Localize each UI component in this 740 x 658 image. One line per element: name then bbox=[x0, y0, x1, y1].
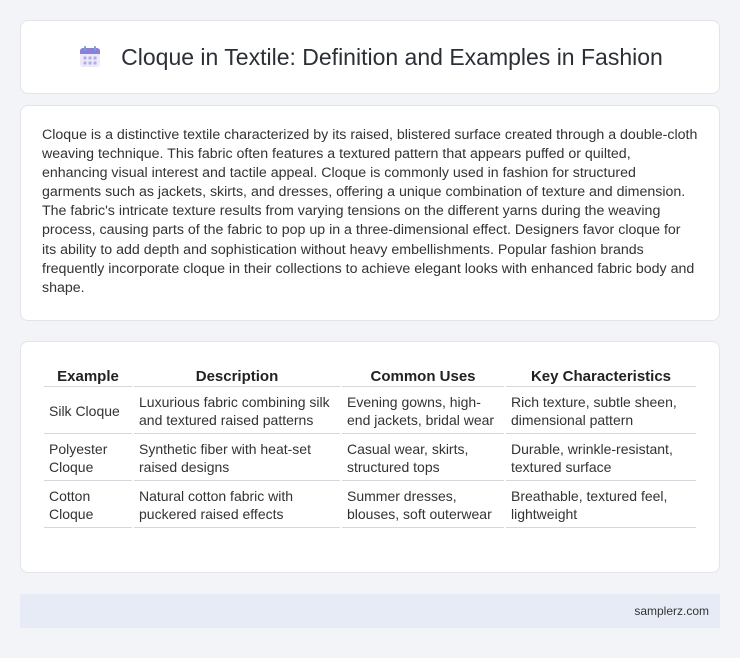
table-header-row: Example Description Common Uses Key Char… bbox=[44, 364, 696, 387]
table-row: Cotton Cloque Natural cotton fabric with… bbox=[44, 483, 696, 528]
cell-description: Natural cotton fabric with puckered rais… bbox=[134, 483, 340, 528]
intro-paragraph: Cloque is a distinctive textile characte… bbox=[42, 127, 698, 296]
table-row: Polyester Cloque Synthetic fiber with he… bbox=[44, 436, 696, 481]
footer-link[interactable]: samplerz.com bbox=[634, 604, 709, 618]
cell-description: Luxurious fabric combining silk and text… bbox=[134, 389, 340, 434]
cell-example: Cotton Cloque bbox=[44, 483, 132, 528]
cell-key-characteristics: Durable, wrinkle-resistant, textured sur… bbox=[506, 436, 696, 481]
cell-key-characteristics: Breathable, textured feel, lightweight bbox=[506, 483, 696, 528]
header-common-uses: Common Uses bbox=[342, 364, 504, 387]
header-key-characteristics: Key Characteristics bbox=[506, 364, 696, 387]
page-title: Cloque in Textile: Definition and Exampl… bbox=[121, 43, 663, 70]
title-wrap: Cloque in Textile: Definition and Exampl… bbox=[77, 44, 663, 71]
header-example: Example bbox=[44, 364, 132, 387]
cell-example: Polyester Cloque bbox=[44, 436, 132, 481]
header-card: Cloque in Textile: Definition and Exampl… bbox=[20, 20, 720, 94]
cell-common-uses: Summer dresses, blouses, soft outerwear bbox=[342, 483, 504, 528]
table-card: Example Description Common Uses Key Char… bbox=[20, 341, 720, 573]
cell-example: Silk Cloque bbox=[44, 389, 132, 434]
calendar-icon bbox=[77, 44, 103, 70]
table-row: Silk Cloque Luxurious fabric combining s… bbox=[44, 389, 696, 434]
examples-table: Example Description Common Uses Key Char… bbox=[42, 362, 698, 530]
cell-common-uses: Casual wear, skirts, structured tops bbox=[342, 436, 504, 481]
footer-bar: samplerz.com bbox=[20, 594, 720, 628]
intro-card: Cloque is a distinctive textile characte… bbox=[20, 105, 720, 321]
cell-description: Synthetic fiber with heat-set raised des… bbox=[134, 436, 340, 481]
cell-key-characteristics: Rich texture, subtle sheen, dimensional … bbox=[506, 389, 696, 434]
cell-common-uses: Evening gowns, high-end jackets, bridal … bbox=[342, 389, 504, 434]
header-description: Description bbox=[134, 364, 340, 387]
